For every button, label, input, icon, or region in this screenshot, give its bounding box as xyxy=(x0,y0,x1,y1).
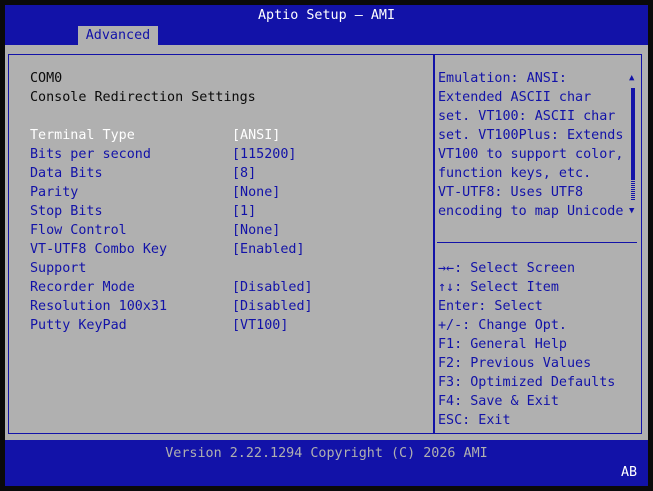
vt-utf8-combo-key-value[interactable]: [Enabled] xyxy=(232,240,305,259)
help-line: Emulation: ANSI: xyxy=(438,71,567,86)
port-name: COM0 xyxy=(30,71,63,86)
putty-keypad-value[interactable]: [VT100] xyxy=(232,316,288,335)
help-scroll-thumb[interactable] xyxy=(631,179,635,201)
key-hint: ↑↓: Select Item xyxy=(438,280,559,295)
key-hint: +/-: Change Opt. xyxy=(438,318,567,333)
data-bits-label[interactable]: Data Bits xyxy=(30,164,103,183)
resolution-label[interactable]: Resolution 100x31 xyxy=(30,297,167,316)
recorder-mode-value[interactable]: [Disabled] xyxy=(232,278,313,297)
window-title: Aptio Setup – AMI xyxy=(257,8,396,23)
key-hint: F1: General Help xyxy=(438,337,567,352)
vt-utf8-combo-key-label[interactable]: VT-UTF8 Combo Key xyxy=(30,240,167,259)
terminal-type-label[interactable]: Terminal Type xyxy=(30,126,135,145)
putty-keypad-label[interactable]: Putty KeyPad xyxy=(30,316,127,335)
parity-label[interactable]: Parity xyxy=(30,183,78,202)
flow-control-label[interactable]: Flow Control xyxy=(30,221,127,240)
vt-utf8-combo-key-label-cont[interactable]: Support xyxy=(30,259,86,278)
bios-window: Aptio Setup – AMI Advanced COM0 Console … xyxy=(5,5,648,486)
tab-advanced[interactable]: Advanced xyxy=(78,26,158,45)
data-bits-value[interactable]: [8] xyxy=(232,164,256,183)
version-footer: Version 2.22.1294 Copyright (C) 2026 AMI xyxy=(165,446,488,461)
help-line: set. VT100Plus: Extends xyxy=(438,128,624,143)
section-heading: Console Redirection Settings xyxy=(30,90,256,105)
parity-value[interactable]: [None] xyxy=(232,183,280,202)
help-line: set. VT100: ASCII char xyxy=(438,109,616,124)
recorder-mode-label[interactable]: Recorder Mode xyxy=(30,278,135,297)
bits-per-second-value[interactable]: [115200] xyxy=(232,145,297,164)
key-hint: F4: Save & Exit xyxy=(438,394,559,409)
flow-control-value[interactable]: [None] xyxy=(232,221,280,240)
key-hint: Enter: Select xyxy=(438,299,543,314)
bits-per-second-label[interactable]: Bits per second xyxy=(30,145,151,164)
help-line: VT100 to support color, xyxy=(438,147,624,162)
scroll-down-arrow-icon[interactable]: ▼ xyxy=(629,206,634,216)
help-divider xyxy=(437,242,637,243)
help-line: encoding to map Unicode xyxy=(438,204,624,219)
key-hint: →←: Select Screen xyxy=(438,261,576,276)
help-line: function keys, etc. xyxy=(438,166,592,181)
scroll-up-arrow-icon[interactable]: ▲ xyxy=(629,73,634,83)
key-hint: F3: Optimized Defaults xyxy=(438,375,616,390)
key-hint: ESC: Exit xyxy=(438,413,511,428)
corner-code: AB xyxy=(621,465,638,480)
terminal-type-value[interactable]: [ANSI] xyxy=(232,126,280,145)
stop-bits-value[interactable]: [1] xyxy=(232,202,256,221)
resolution-value[interactable]: [Disabled] xyxy=(232,297,313,316)
setup-body: COM0 Console Redirection Settings Termin… xyxy=(5,48,648,440)
help-line: VT-UTF8: Uses UTF8 xyxy=(438,185,584,200)
stop-bits-label[interactable]: Stop Bits xyxy=(30,202,103,221)
key-hint: F2: Previous Values xyxy=(438,356,592,371)
help-line: Extended ASCII char xyxy=(438,90,592,105)
